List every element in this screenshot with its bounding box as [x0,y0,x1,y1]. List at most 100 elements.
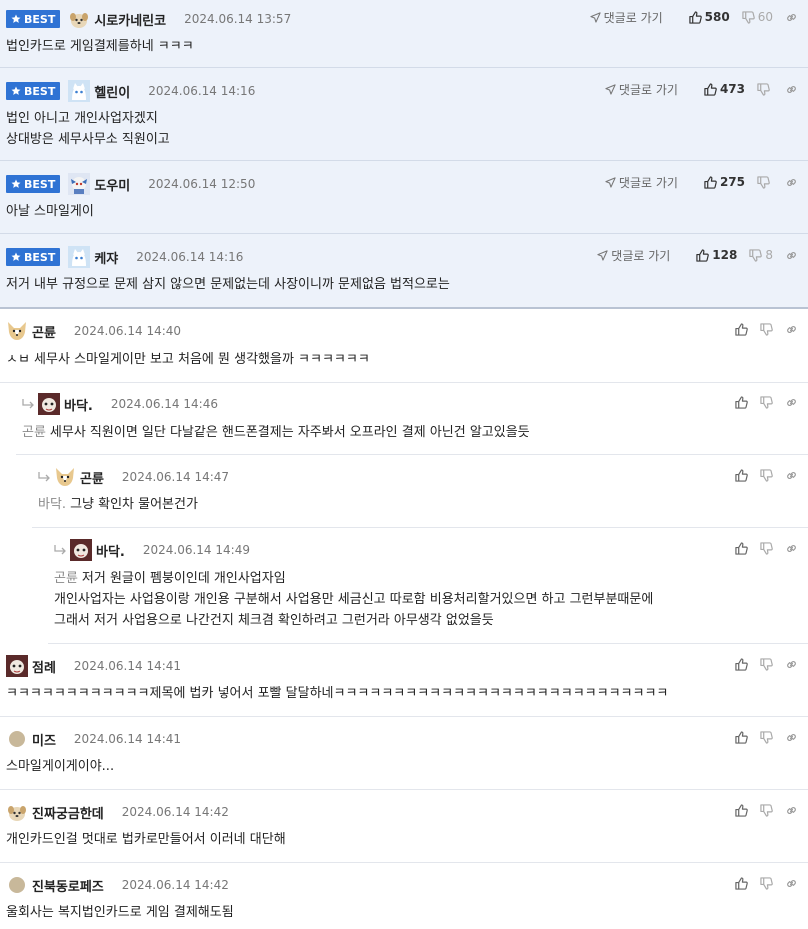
link-icon[interactable] [785,658,798,671]
nickname[interactable]: 미즈 [32,730,56,749]
upvote-button[interactable] [735,468,748,482]
link-icon[interactable] [785,396,798,409]
thumbs-up-icon [696,248,710,262]
reply-comment: 바닥. 2024.06.14 14:49 곤륜 저거 원글이 펨붕이인데 개인사업… [48,528,808,644]
link-icon[interactable] [785,804,798,817]
nickname[interactable]: 진짜궁금한데 [32,803,104,822]
mention[interactable]: 곤륜 [54,571,78,586]
arrow-icon [597,249,608,261]
upvote-button[interactable] [735,395,748,409]
thumbs-down-icon [760,468,773,482]
upvote-button[interactable] [735,803,748,817]
nickname[interactable]: 도우미 [94,175,130,194]
dark-avatar[interactable] [38,393,60,415]
link-icon[interactable] [785,469,798,482]
go-to-reply-link[interactable]: 댓글로 가기 [605,174,678,191]
upvote-button[interactable]: 473 [704,82,745,96]
star-icon [11,179,21,188]
comment-body: 개인카드인걸 멋대로 법카로만들어서 이러네 대단해 [6,832,286,847]
upvote-button[interactable] [735,876,748,890]
circle-avatar[interactable] [6,874,28,896]
comment-body: ㅅㅂ 세무사 스마일게이만 보고 처음에 뭔 생각했을까 ㅋㅋㅋㅋㅋㅋ [6,352,370,367]
comment-date: 2024.06.14 14:47 [121,470,230,484]
comment: 진북동로페즈 2024.06.14 14:42 울회사는 복지법인카드로 게임 … [0,863,808,929]
comment-date: 2024.06.14 14:16 [136,250,244,264]
link-icon[interactable] [785,11,798,24]
upvote-button[interactable]: 580 [688,10,730,24]
nickname[interactable]: 바닥. [96,541,125,560]
comment-body: 바닥. 그냥 확인차 물어본건가 [38,497,198,512]
circle-avatar[interactable] [6,728,28,750]
fox-avatar[interactable] [6,320,28,342]
comment-body: 스마일게이게이야... [6,759,115,774]
downvote-button[interactable] [760,730,773,744]
upvote-button[interactable]: 275 [704,175,745,189]
thumbs-up-icon [735,803,748,817]
dog-avatar[interactable] [6,801,28,823]
comment: 곤륜 2024.06.14 14:40 ㅅㅂ 세무사 스마일게이만 보고 처음에… [0,309,808,383]
upvote-button[interactable]: 128 [696,248,737,262]
downvote-button[interactable] [760,876,773,890]
nickname[interactable]: 점례 [32,657,56,676]
upvote-button[interactable] [735,541,748,555]
star-icon [11,86,21,95]
comment-date: 2024.06.14 14:41 [73,659,182,673]
link-icon[interactable] [785,542,798,555]
nickname[interactable]: 헬린이 [94,82,130,101]
thumbs-up-icon [688,10,702,24]
link-icon[interactable] [785,249,798,262]
go-to-reply-link[interactable]: 댓글로 가기 [605,81,678,98]
comment-body: 저거 내부 규정으로 문제 삼지 않으면 문제없는데 사장이니까 문제없음 법적… [6,277,450,292]
character-avatar[interactable] [68,173,91,195]
link-icon[interactable] [785,83,798,96]
mention[interactable]: 곤륜 [22,425,46,440]
star-icon [11,14,21,23]
comment-date: 2024.06.14 14:42 [121,805,229,819]
upvote-button[interactable] [735,322,748,336]
upvote-button[interactable] [735,730,748,744]
downvote-button[interactable] [760,468,773,482]
white-cat-avatar[interactable] [68,80,91,102]
nickname[interactable]: 진북동로페즈 [32,876,104,895]
nickname[interactable]: 케쟈 [94,248,118,267]
thumbs-down-icon [757,175,770,189]
thumbs-up-icon [735,730,748,744]
link-icon[interactable] [785,323,798,336]
downvote-button[interactable] [757,175,773,189]
nickname[interactable]: 바닥. [64,395,93,414]
best-badge: BEST [6,175,61,193]
upvote-button[interactable] [735,657,748,671]
downvote-button[interactable] [760,322,773,336]
nickname[interactable]: 시로카네린코 [94,10,166,29]
dark-avatar[interactable] [70,539,92,561]
dark-avatar[interactable] [6,655,28,677]
comment-date: 2024.06.14 14:16 [148,84,256,98]
mention[interactable]: 바닥. [38,497,66,512]
reply-comment: 곤륜 2024.06.14 14:47 바닥. 그냥 확인차 물어본건가 [32,455,808,528]
downvote-button[interactable]: 60 [742,10,773,24]
thumbs-up-icon [735,876,748,890]
downvote-button[interactable] [757,82,773,96]
downvote-button[interactable] [760,803,773,817]
downvote-button[interactable] [760,395,773,409]
best-comment: BEST 도우미 2024.06.14 12:50 댓글로 가기 275 아날 … [0,161,808,234]
thumbs-down-icon [760,803,773,817]
link-icon[interactable] [785,731,798,744]
nickname[interactable]: 곤륜 [32,322,56,341]
go-to-reply-link[interactable]: 댓글로 가기 [590,9,663,26]
dog-avatar[interactable] [68,8,90,30]
go-to-reply-link[interactable]: 댓글로 가기 [597,247,670,264]
link-icon[interactable] [785,176,798,189]
comment-body: 법인카드로 게임결제를하네 ㅋㅋㅋ [6,39,194,54]
white-cat-avatar[interactable] [68,246,91,268]
fox-avatar[interactable] [54,466,76,488]
nickname[interactable]: 곤륜 [80,468,104,487]
downvote-button[interactable]: 8 [749,248,773,262]
thumbs-up-icon [735,468,748,482]
comment-body: 법인 아니고 개인사업자겠지 상대방은 세무사무소 직원이고 [6,111,170,147]
downvote-button[interactable] [760,541,773,555]
link-icon[interactable] [785,877,798,890]
comment-date: 2024.06.14 14:42 [121,878,229,892]
downvote-button[interactable] [760,657,773,671]
comments-section: 곤륜 2024.06.14 14:40 ㅅㅂ 세무사 스마일게이만 보고 처음에… [0,309,808,929]
